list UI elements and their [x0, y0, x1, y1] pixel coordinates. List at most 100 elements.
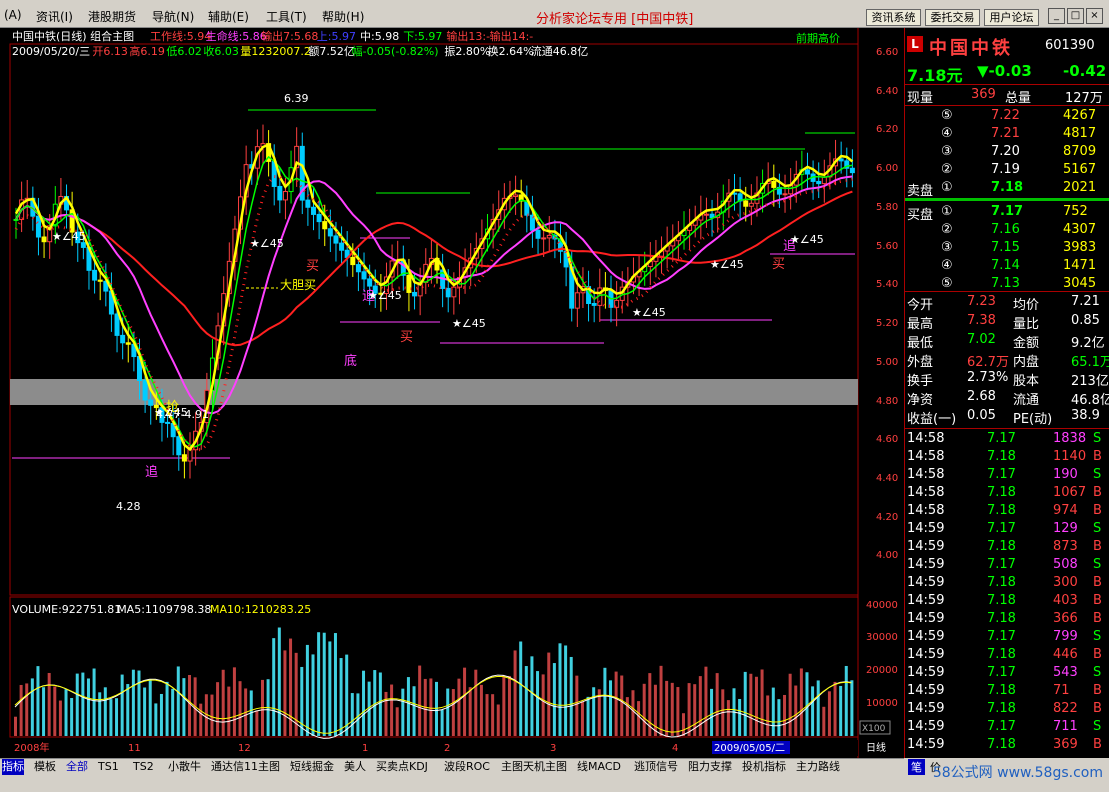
tick-price: 7.18 — [987, 503, 1016, 518]
tick-volume: 508 — [1053, 557, 1078, 572]
maximize-icon[interactable]: □ — [1067, 8, 1084, 24]
candle-body — [114, 313, 120, 336]
info-system-button[interactable]: 资讯系统 — [866, 9, 921, 26]
volume-bar — [81, 672, 85, 736]
kline-chart[interactable]: 6.60 6.40 6.20 6.00 5.80 5.60 5.40 5.20 … — [0, 28, 904, 758]
tab-15[interactable]: 投机指标 — [742, 759, 786, 775]
stat-label: 收益(一) — [907, 412, 957, 427]
ask-level: ② — [941, 162, 953, 177]
info-item: 工作线:5.94 — [150, 29, 211, 43]
menu-item-tools[interactable]: 工具(T) — [266, 8, 307, 25]
volume-bar — [698, 676, 702, 736]
volume-tick: 10000 — [866, 698, 898, 709]
volume-bar — [115, 698, 119, 736]
volume-bar — [715, 673, 719, 736]
tab-7[interactable]: 短线掘金 — [290, 759, 334, 775]
tick-price: 7.18 — [987, 647, 1016, 662]
ask-volume: 8709 — [1063, 144, 1097, 159]
tab-0[interactable]: 指标 — [2, 759, 24, 775]
volume-bar — [165, 681, 169, 736]
price-tick: 4.00 — [876, 550, 898, 561]
volume-bar — [289, 638, 293, 736]
volume-bar — [64, 689, 68, 736]
tab-6[interactable]: 通达信11主图 — [211, 759, 280, 775]
volume-bar — [586, 696, 590, 736]
volume-bar — [710, 688, 714, 736]
tick-side: B — [1093, 737, 1102, 752]
tick-time: 14:58 — [907, 485, 945, 500]
volume-bar — [272, 638, 276, 736]
x-tick: 2 — [444, 743, 450, 754]
volume-bar — [216, 682, 220, 736]
tab-10[interactable]: 波段ROC — [444, 759, 490, 775]
x-tick: 12 — [238, 743, 251, 754]
candle-body — [513, 194, 519, 198]
volume-bar — [631, 690, 635, 736]
stat-value: 213亿 — [1071, 374, 1109, 389]
info-item: 量1232007.2 — [240, 45, 311, 58]
bid-price: 7.13 — [991, 276, 1020, 291]
ask-level: ③ — [941, 144, 953, 159]
tick-time: 14:59 — [907, 647, 945, 662]
volume-bar — [19, 684, 23, 736]
tick-volume: 543 — [1053, 665, 1078, 680]
volume-bar — [171, 688, 175, 736]
quote-panel: L 中国中铁 601390 7.18元 ▼-0.03 -0.42 现量 369 … — [904, 28, 1109, 758]
tab-bi[interactable]: 笔 — [908, 759, 925, 775]
tab-4[interactable]: TS2 — [133, 759, 154, 775]
tab-16[interactable]: 主力路线 — [796, 759, 840, 775]
price-tick: 5.80 — [876, 202, 898, 213]
menu-item-hk-futures[interactable]: 港股期货 — [88, 8, 136, 25]
tick-volume: 822 — [1053, 701, 1078, 716]
menu-item-a[interactable]: (A) — [4, 8, 22, 22]
candle-body — [148, 399, 154, 406]
tick-volume: 799 — [1053, 629, 1078, 644]
tab-13[interactable]: 逃顶信号 — [634, 759, 678, 775]
menu-item-assist[interactable]: 辅助(E) — [208, 8, 249, 25]
volume-bar — [794, 685, 798, 736]
candle-body — [282, 191, 288, 201]
ask-price: 7.22 — [991, 108, 1020, 123]
tab-11[interactable]: 主图天机主图 — [501, 759, 567, 775]
candle-body — [35, 215, 41, 238]
volume-bar — [530, 656, 534, 736]
forum-button[interactable]: 用户论坛 — [984, 9, 1039, 26]
volume-bar — [569, 656, 573, 736]
stat-label: 最低 — [907, 336, 934, 351]
stat-value: 7.02 — [967, 332, 996, 347]
period-label[interactable]: 日线 — [866, 741, 886, 754]
trade-button[interactable]: 委托交易 — [925, 9, 980, 26]
bid-level: ④ — [941, 258, 953, 273]
volume-bar — [541, 674, 545, 736]
tick-side: S — [1093, 557, 1102, 572]
close-icon[interactable]: × — [1086, 8, 1103, 24]
tick-time: 14:58 — [907, 431, 945, 446]
tab-14[interactable]: 阻力支撑 — [688, 759, 732, 775]
volume-bar — [14, 716, 17, 736]
tab-5[interactable]: 小散牛 — [168, 759, 201, 775]
volume-bar — [221, 669, 225, 736]
tab-3[interactable]: TS1 — [98, 759, 119, 775]
volume-bar — [620, 675, 624, 736]
volume-bar — [502, 675, 506, 736]
tab-1[interactable]: 模板 — [34, 759, 56, 775]
candle-body — [838, 158, 844, 162]
tab-8[interactable]: 美人 — [344, 759, 366, 775]
bid-level: ③ — [941, 240, 953, 255]
tick-side: B — [1093, 485, 1102, 500]
minimize-icon[interactable]: _ — [1048, 8, 1065, 24]
ask-volume: 2021 — [1063, 180, 1097, 195]
tick-price: 7.18 — [987, 611, 1016, 626]
stat-label: 净资 — [907, 393, 934, 408]
volume-bar — [580, 701, 584, 736]
tab-2[interactable]: 全部 — [66, 759, 88, 775]
indicator-tabs: 指标 模板 全部 TS1 TS2 小散牛 通达信11主图 短线掘金 美人 买卖点KDJ 波段ROC 主… — [0, 758, 904, 775]
menu-item-help[interactable]: 帮助(H) — [322, 8, 364, 25]
info-item: 换2.64% — [488, 44, 534, 58]
tab-12[interactable]: 线MACD — [577, 759, 621, 775]
volume-bar — [659, 665, 663, 736]
menu-item-info[interactable]: 资讯(I) — [36, 8, 73, 25]
tab-9[interactable]: 买卖点KDJ — [376, 759, 428, 775]
info-item: 额7.52亿 — [308, 45, 355, 58]
menu-item-nav[interactable]: 导航(N) — [152, 8, 194, 25]
